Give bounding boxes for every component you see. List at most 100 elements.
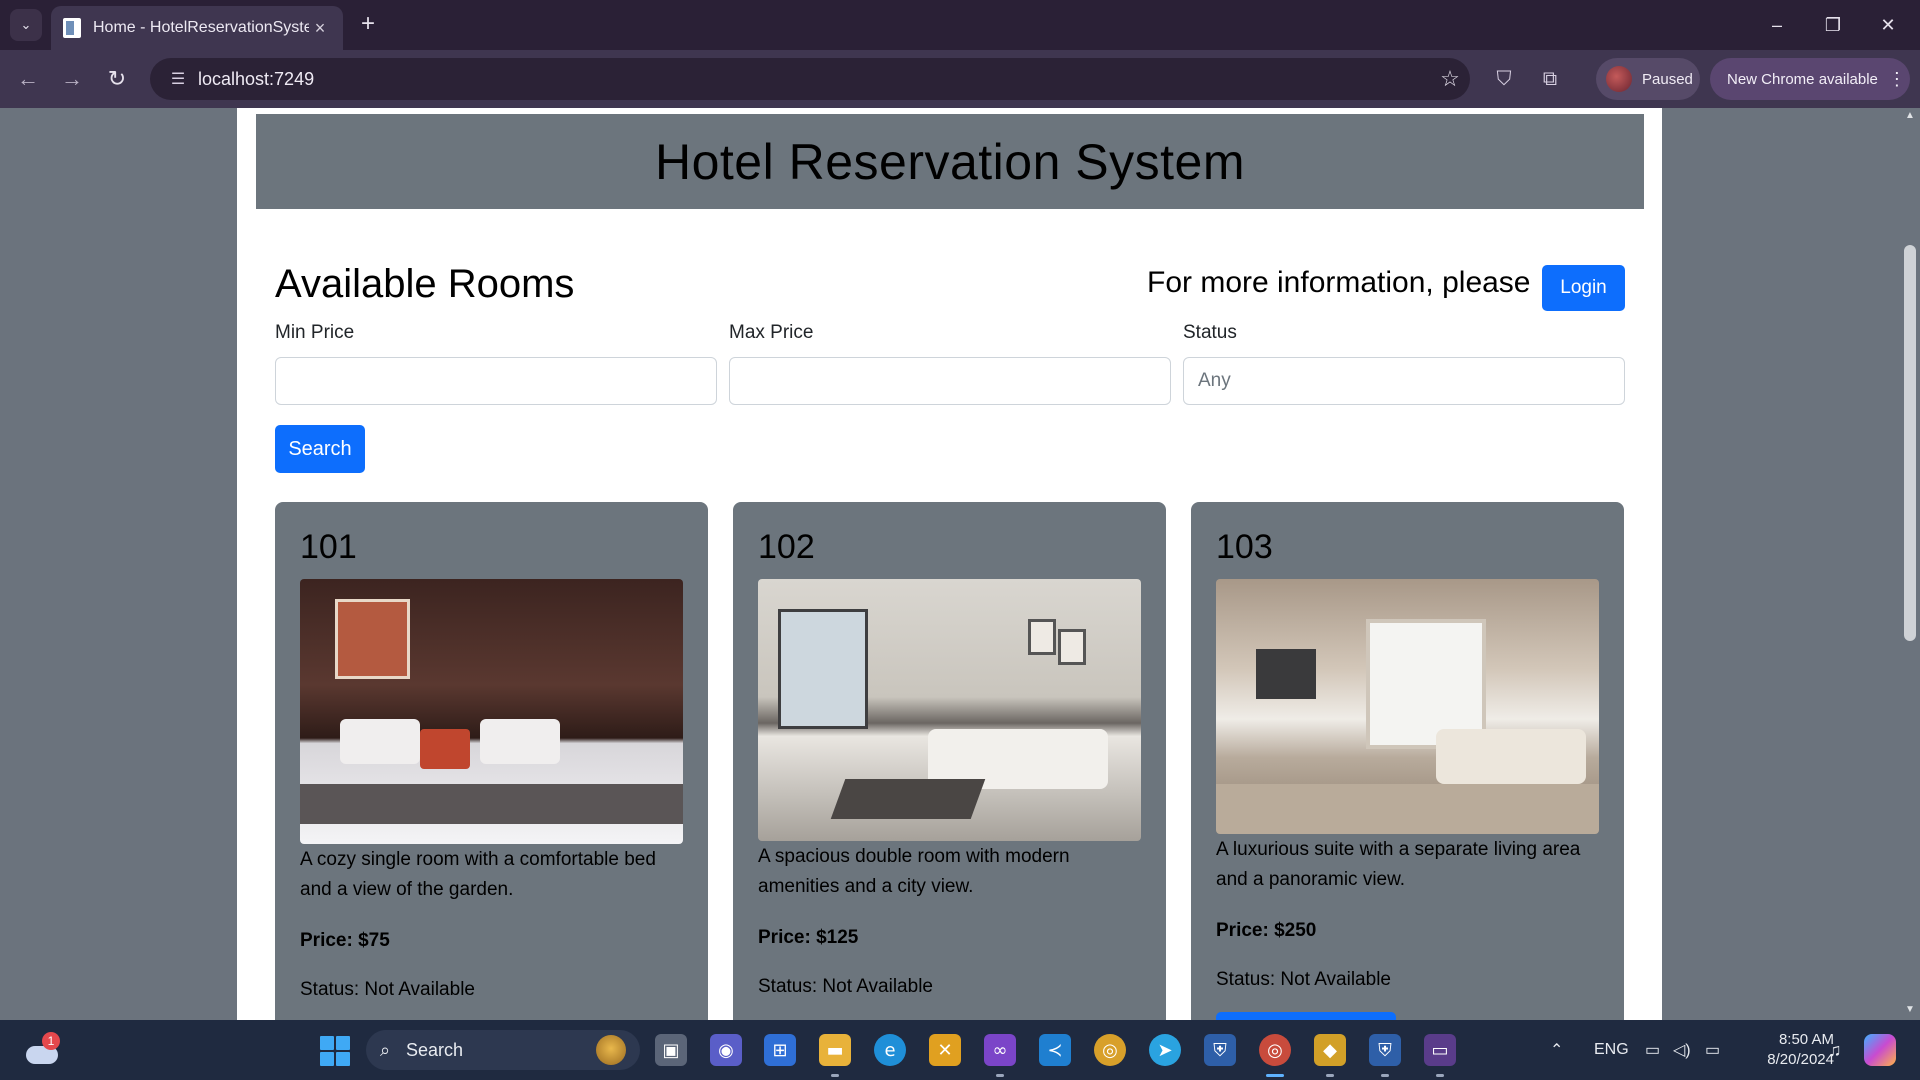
edge-browser-icon[interactable]: e [874,1034,906,1066]
room-status: Status: Not Available [300,979,475,1000]
min-price-label: Min Price [275,322,355,343]
chrome-icon[interactable]: ◎ [1094,1034,1126,1066]
forward-arrow-icon[interactable]: → [57,64,87,94]
room-image [758,579,1141,841]
chrome-update-button[interactable]: New Chrome available ⋮ [1710,58,1910,100]
chrome-active-icon[interactable]: ◎ [1259,1034,1291,1066]
tab-title: Home - HotelReservationSystem [93,19,309,36]
status-label: Status [1183,322,1237,343]
notification-bell-icon[interactable]: ♫ [1828,1020,1842,1080]
volume-icon[interactable]: ◁) [1673,1020,1691,1080]
taskbar-search-label: Search [406,1039,464,1060]
visual-studio-icon[interactable]: ∞ [984,1034,1016,1066]
taskbar-search[interactable]: ⌕ Search [366,1030,640,1070]
room-number: 103 [1216,528,1273,566]
windows-start-icon[interactable] [320,1036,350,1066]
room-price: Price: $250 [1216,920,1317,941]
battery-icon[interactable]: ▭ [1705,1020,1720,1080]
teams-chat-icon[interactable]: ◉ [710,1034,742,1066]
more-menu-icon[interactable]: ⋮ [1888,69,1906,90]
new-tab-icon[interactable]: + [353,10,383,40]
browser-tab-bar: ⌄ Home - HotelReservationSystem × + – ❐ … [0,0,1920,50]
close-tab-icon[interactable]: × [309,18,331,39]
tab-search-icon[interactable]: ⌄ [10,9,42,41]
room-description: A spacious double room with modern ameni… [758,846,1070,897]
task-view-icon[interactable]: ▣ [655,1034,687,1066]
input-language[interactable]: ENG [1594,1020,1629,1080]
profile-button[interactable]: Paused [1596,58,1700,100]
close-window-icon[interactable]: ✕ [1866,8,1910,42]
room-number: 101 [300,528,357,566]
site-header: Hotel Reservation System [256,114,1644,209]
update-label: New Chrome available [1727,70,1878,88]
max-price-input[interactable] [729,357,1171,405]
show-hidden-icons-chevron-icon[interactable]: ⌃ [1550,1020,1563,1080]
search-icon: ⌕ [380,1039,391,1060]
profile-status: Paused [1642,70,1693,88]
file-explorer-icon[interactable]: ▬ [819,1034,851,1066]
room-status: Status: Not Available [758,976,933,997]
weather-widget[interactable]: 1 [24,1032,60,1068]
room-description: A cozy single room with a comfortable be… [300,849,656,900]
scroll-up-arrow-icon[interactable]: ▲ [1904,110,1916,121]
login-button[interactable]: Login [1542,265,1625,311]
room-price: Price: $75 [300,930,390,951]
network-icon[interactable]: ▭ [1645,1020,1660,1080]
room-description: A luxurious suite with a separate living… [1216,839,1581,890]
room-action-button[interactable] [1216,1012,1396,1020]
back-arrow-icon[interactable]: ← [13,64,43,94]
scroll-down-arrow-icon[interactable]: ▼ [1904,1004,1916,1015]
room-card: 102 A spacious double room with modern a… [733,502,1166,1020]
active-indicator [1266,1074,1284,1077]
telegram-icon[interactable]: ➤ [1149,1034,1181,1066]
url-text[interactable]: localhost:7249 [198,69,1430,90]
reload-icon[interactable]: ↻ [102,64,132,94]
search-highlight-icon [596,1035,626,1065]
shield-extension-icon[interactable]: ⛉ [1489,64,1519,94]
available-rooms-heading: Available Rooms [275,262,575,306]
min-price-input[interactable] [275,357,717,405]
security-app-icon[interactable]: ⛨ [1369,1034,1401,1066]
site-title: Hotel Reservation System [654,133,1245,190]
running-indicator [996,1074,1004,1077]
shield-app-icon[interactable]: ⛨ [1204,1034,1236,1066]
running-indicator [1381,1074,1389,1077]
notification-badge: 1 [42,1032,60,1050]
terminal-icon[interactable]: ▭ [1424,1034,1456,1066]
site-info-icon[interactable]: ☰ [158,69,198,89]
browser-toolbar: ← → ↻ ☰ localhost:7249 ☆ ⛉ ⧉ Paused New … [0,50,1920,108]
restore-window-icon[interactable]: ❐ [1811,8,1855,42]
vscode-icon[interactable]: ≺ [1039,1034,1071,1066]
clock-date: 8/20/2024 [1767,1051,1834,1068]
max-price-label: Max Price [729,322,814,343]
minimize-window-icon[interactable]: – [1755,8,1799,42]
page-favicon-icon [63,18,81,38]
system-clock[interactable]: 8:50 AM 8/20/2024 [1744,1030,1834,1070]
excel-app-icon[interactable]: ✕ [929,1034,961,1066]
search-button[interactable]: Search [275,425,365,473]
git-tool-icon[interactable]: ◆ [1314,1034,1346,1066]
room-card: 103 A luxurious suite with a separate li… [1191,502,1624,1020]
login-prompt-text: For more information, please [1147,266,1531,299]
room-card: 101 A cozy single room with a comfortabl… [275,502,708,1020]
room-image [1216,579,1599,834]
avatar [1606,66,1632,92]
windows-taskbar: 1 ⌕ Search ▣ ◉ ⊞ ▬ e ✕ ∞ ≺ ◎ ➤ ⛨ ◎ ◆ ⛨ ▭… [0,1020,1920,1080]
running-indicator [831,1074,839,1077]
copilot-icon[interactable] [1864,1034,1896,1066]
browser-tab[interactable]: Home - HotelReservationSystem × [51,6,343,50]
address-bar[interactable]: ☰ localhost:7249 ☆ [150,58,1470,100]
room-status: Status: Not Available [1216,969,1391,990]
room-number: 102 [758,528,815,566]
clock-time: 8:50 AM [1778,1031,1834,1048]
bookmark-star-icon[interactable]: ☆ [1430,66,1470,92]
running-indicator [1326,1074,1334,1077]
microsoft-store-icon[interactable]: ⊞ [764,1034,796,1066]
extensions-puzzle-icon[interactable]: ⧉ [1535,64,1565,94]
page-viewport: Hotel Reservation System Available Rooms… [0,108,1920,1020]
status-select[interactable]: Any [1183,357,1625,405]
room-image [300,579,683,844]
page-container: Hotel Reservation System Available Rooms… [237,108,1662,1020]
room-price: Price: $125 [758,927,859,948]
scrollbar-thumb[interactable] [1904,245,1916,641]
